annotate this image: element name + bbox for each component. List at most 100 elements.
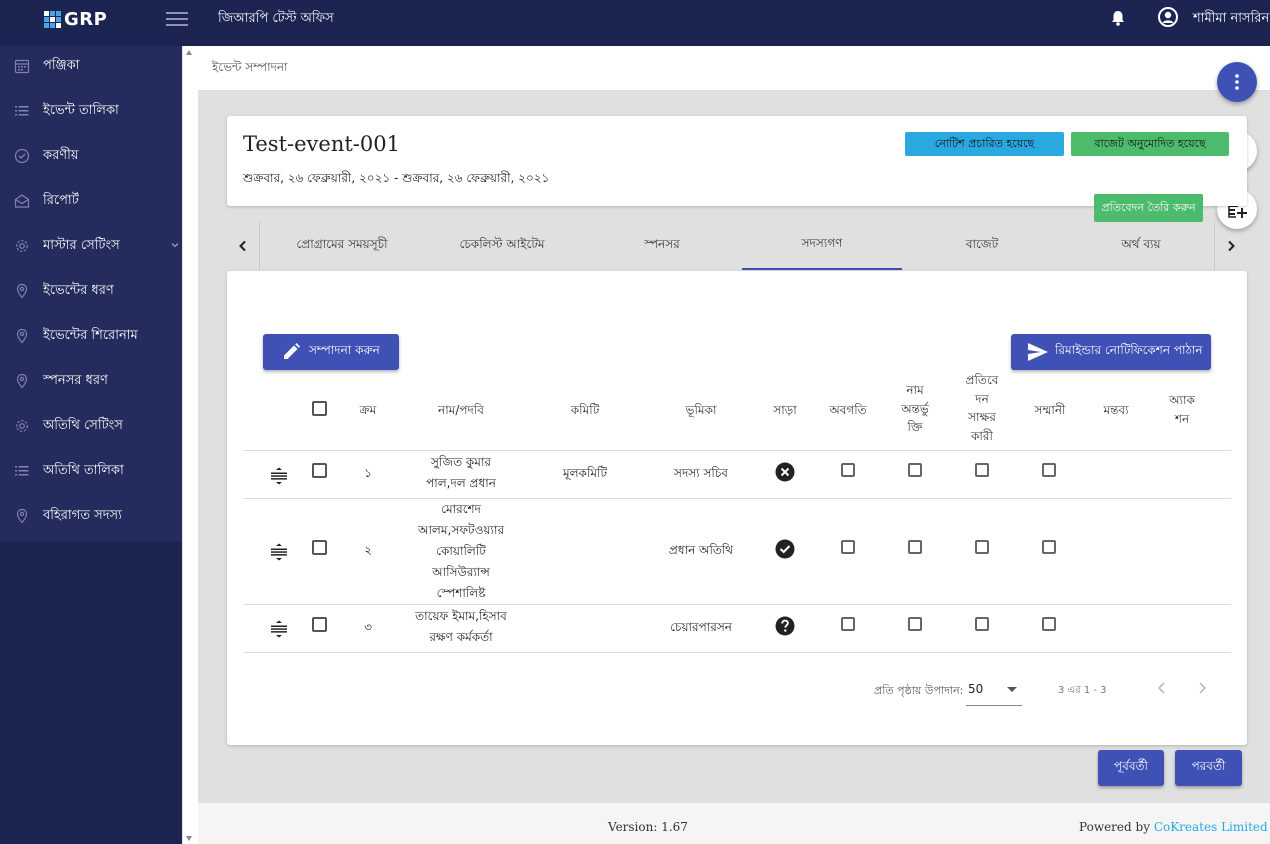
office-title: জিআরপি টেস্ট অফিস [218,11,334,26]
mail-open-icon [14,194,30,208]
check-circle-icon [14,148,30,164]
name-include-checkbox[interactable] [908,617,922,631]
edit-button-label: সম্পাদনা করুন [309,343,380,357]
row-name: সুজিত কুমার পাল,দল প্রধান [426,455,496,490]
sidebar-item-guest-settings[interactable]: অতিথি সেটিংস [0,406,182,446]
sidebar-item-label: স্পনসর ধরণ [43,372,108,388]
sidebar-item-event-list[interactable]: ইভেন্ট তালিকা [0,91,182,131]
drag-handle-icon[interactable] [270,467,288,485]
send-reminder-button[interactable]: রিমাইন্ডার নোটিফিকেশন পাঠান [1011,334,1211,370]
row-role: চেয়ারপারসন [670,620,732,634]
sidebar: পঞ্জিকা ইভেন্ট তালিকা করণীয় রিপোর্ট মাস… [0,46,182,844]
honorary-checkbox[interactable] [1042,617,1056,631]
report-signer-checkbox[interactable] [975,463,989,477]
row-serial: ৩ [364,620,372,634]
sidebar-item-label: বহিরাগত সদস্য [43,507,122,523]
table-row[interactable]: ১ সুজিত কুমার পাল,দল প্রধান মূলকমিটি সদস… [243,451,1231,499]
tab-program-schedule[interactable]: প্রোগ্রামের সময়সূচী [262,222,422,270]
version-text: Version: 1.67 [608,820,688,834]
name-include-checkbox[interactable] [908,540,922,554]
table-row[interactable]: ২ মোরশেদ আলম,সফটওয়্যার কোয়ালিটি আসিউর‍… [243,499,1231,605]
col-comment: মন্তব্য [1103,403,1129,417]
sidebar-scrollbar[interactable] [182,46,198,844]
create-report-button[interactable]: প্রতিবেদন তৈরি করুন [1094,194,1203,222]
sidebar-item-report[interactable]: রিপোর্ট [0,181,182,221]
name-include-checkbox[interactable] [908,463,922,477]
list-icon [15,466,29,476]
select-all-checkbox[interactable] [312,401,327,416]
location-pin-icon [16,328,28,344]
chevron-left-icon [239,240,246,252]
next-page-icon[interactable] [1195,681,1209,695]
sidebar-item-event-type[interactable]: ইভেন্টের ধরণ [0,271,182,311]
row-name: তায়েফ ইমাম,হিসাব রক্ষণ কর্মকর্তা [415,609,507,644]
col-role: ভূমিকা [685,403,717,417]
table-row[interactable]: ৩ তায়েফ ইমাম,হিসাব রক্ষণ কর্মকর্তা চেয়… [243,605,1231,653]
row-select-checkbox[interactable] [312,617,327,632]
row-select-checkbox[interactable] [312,540,327,555]
menu-toggle-icon[interactable] [166,10,188,28]
sidebar-item-external-member[interactable]: বহিরাগত সদস্য [0,496,182,536]
powered-by: Powered by CoKreates Limited [1079,820,1268,834]
powered-by-label: Powered by [1079,820,1150,834]
more-actions-button[interactable] [1217,62,1257,102]
send-icon [1028,343,1048,361]
col-name: নাম/পদবি [438,403,484,417]
previous-page-icon[interactable] [1155,681,1169,695]
informed-checkbox[interactable] [841,463,855,477]
user-avatar-icon[interactable] [1158,7,1178,27]
tab-budget[interactable]: বাজেট [902,222,1062,270]
col-honorary: সম্মানী [1034,403,1066,417]
col-response: সাড়া [773,403,797,417]
previous-button[interactable]: পূর্ববর্তী [1098,750,1164,786]
drag-handle-icon[interactable] [270,543,288,561]
chevron-right-icon [1228,240,1235,252]
budget-approved-badge: বাজেট অনুমোদিত হয়েছে [1071,132,1229,156]
company-link[interactable]: CoKreates Limited [1154,820,1268,834]
informed-checkbox[interactable] [841,540,855,554]
event-title: Test-event-001 [243,132,400,156]
items-per-page-label: প্রতি পৃষ্ঠায় উপাদান: [874,684,964,697]
sidebar-item-label: পঞ্জিকা [43,57,80,73]
edit-button[interactable]: সম্পাদনা করুন [263,334,399,370]
tab-sponsor[interactable]: স্পনসর [582,222,742,270]
sidebar-item-guest-list[interactable]: অতিথি তালিকা [0,451,182,491]
sidebar-item-todo[interactable]: করণীয় [0,136,182,176]
report-signer-checkbox[interactable] [975,617,989,631]
report-signer-checkbox[interactable] [975,540,989,554]
drag-handle-icon[interactable] [270,620,288,638]
location-pin-icon [16,373,28,389]
tab-scroll-left[interactable] [227,222,260,270]
scroll-down-arrow-icon[interactable] [186,836,192,841]
items-per-page-select[interactable]: 50 [966,674,1022,706]
row-name: মোরশেদ আলম,সফটওয়্যার কোয়ালিটি আসিউর‍্য… [417,502,505,600]
sidebar-item-sponsor-type[interactable]: স্পনসর ধরণ [0,361,182,401]
scroll-up-arrow-icon[interactable] [186,50,192,55]
col-name-include: নাম অন্তর্ভু ক্তি [901,383,929,435]
col-committee: কমিটি [570,403,600,417]
grp-logo[interactable]: GRP [44,6,108,32]
tab-members[interactable]: সদস্যগণ [742,222,902,270]
sidebar-item-label: অতিথি সেটিংস [43,417,123,433]
sidebar-item-label: ইভেন্টের ধরণ [43,282,114,298]
sidebar-item-label: রিপোর্ট [43,192,79,208]
notification-bell-icon[interactable] [1111,10,1125,26]
footer: Version: 1.67 Powered by CoKreates Limit… [198,803,1270,844]
sidebar-item-event-title[interactable]: ইভেন্টের শিরোনাম [0,316,182,356]
tab-expenses[interactable]: অর্থ ব্যয় [1061,222,1221,270]
list-icon [15,106,29,116]
tab-scroll-right[interactable] [1214,222,1247,270]
honorary-checkbox[interactable] [1042,463,1056,477]
sidebar-item-master-settings[interactable]: মাস্টার সেটিংস [0,226,182,266]
event-date-range: শুক্রবার, ২৬ ফেব্রুয়ারী, ২০২১ - শুক্রবা… [243,171,550,185]
sidebar-item-calendar[interactable]: পঞ্জিকা [0,46,182,86]
user-name[interactable]: শামীমা নাসরিন [1193,9,1269,30]
row-select-checkbox[interactable] [312,463,327,478]
next-button[interactable]: পরবর্তী [1175,750,1242,786]
dropdown-arrow-icon [1007,687,1017,692]
honorary-checkbox[interactable] [1042,540,1056,554]
chevron-down-icon[interactable] [170,240,180,250]
informed-checkbox[interactable] [841,617,855,631]
logo-text: GRP [64,8,108,30]
tab-checklist-items[interactable]: চেকলিস্ট আইটেম [422,222,582,270]
